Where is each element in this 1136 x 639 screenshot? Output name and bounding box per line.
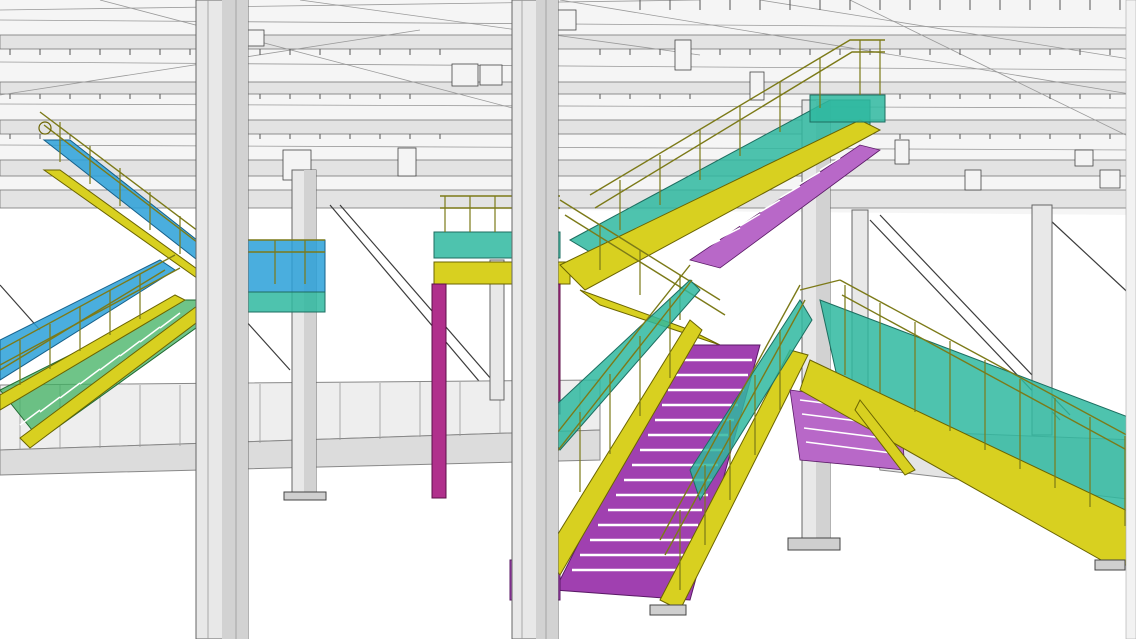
right-stair — [789, 279, 1136, 571]
base-plate — [787, 537, 841, 551]
structural-stair-model-render — [0, 0, 1136, 639]
main-column-center — [511, 0, 559, 639]
girder — [0, 81, 1136, 95]
main-column-left — [195, 0, 249, 639]
base-plate — [283, 491, 327, 501]
magenta-post — [431, 283, 447, 499]
girder — [0, 119, 1136, 135]
